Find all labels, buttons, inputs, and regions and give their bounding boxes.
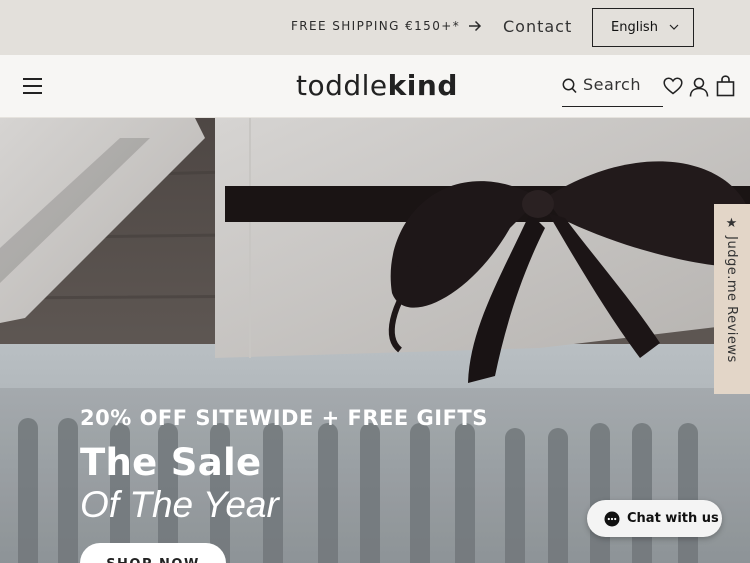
chevron-down-icon — [669, 24, 679, 30]
search-input[interactable]: Search — [562, 75, 663, 107]
heart-icon[interactable] — [663, 77, 683, 95]
chat-with-us-button[interactable]: Chat with us — [587, 500, 722, 537]
language-selected: English — [611, 20, 658, 35]
cart-icon[interactable] — [716, 75, 735, 97]
hero-headline-line2: Of The Year — [80, 484, 279, 525]
shop-now-button[interactable]: SHOP NOW — [80, 543, 226, 563]
announcement-bar: FREE SHIPPING €150+* Contact English — [0, 0, 750, 55]
search-icon — [562, 78, 577, 94]
hero-banner: 20% OFF SITEWIDE + FREE GIFTS The Sale O… — [0, 118, 750, 563]
site-logo[interactable]: toddlekind — [296, 69, 458, 102]
chat-bubble-icon — [604, 511, 620, 526]
search-label: Search — [583, 75, 641, 94]
reviews-side-tab[interactable]: ★ Judge.me Reviews — [714, 204, 750, 394]
reviews-tab-label: ★ Judge.me Reviews — [724, 216, 739, 363]
menu-icon[interactable] — [23, 77, 42, 94]
promo-line: 20% OFF SITEWIDE + FREE GIFTS — [80, 406, 488, 430]
arrow-right-icon — [469, 20, 482, 32]
contact-link[interactable]: Contact — [503, 17, 572, 36]
logo-bold-text: kind — [387, 69, 458, 102]
chat-label: Chat with us — [627, 511, 719, 526]
site-header: toddlekind Search — [0, 55, 750, 118]
free-shipping-text: FREE SHIPPING €150+* — [291, 19, 461, 33]
logo-light-text: toddle — [296, 69, 388, 102]
free-shipping-link[interactable]: FREE SHIPPING €150+* — [291, 19, 482, 33]
hero-headline-line1: The Sale — [80, 441, 262, 484]
account-icon[interactable] — [689, 77, 709, 97]
language-selector[interactable]: English — [592, 8, 694, 47]
